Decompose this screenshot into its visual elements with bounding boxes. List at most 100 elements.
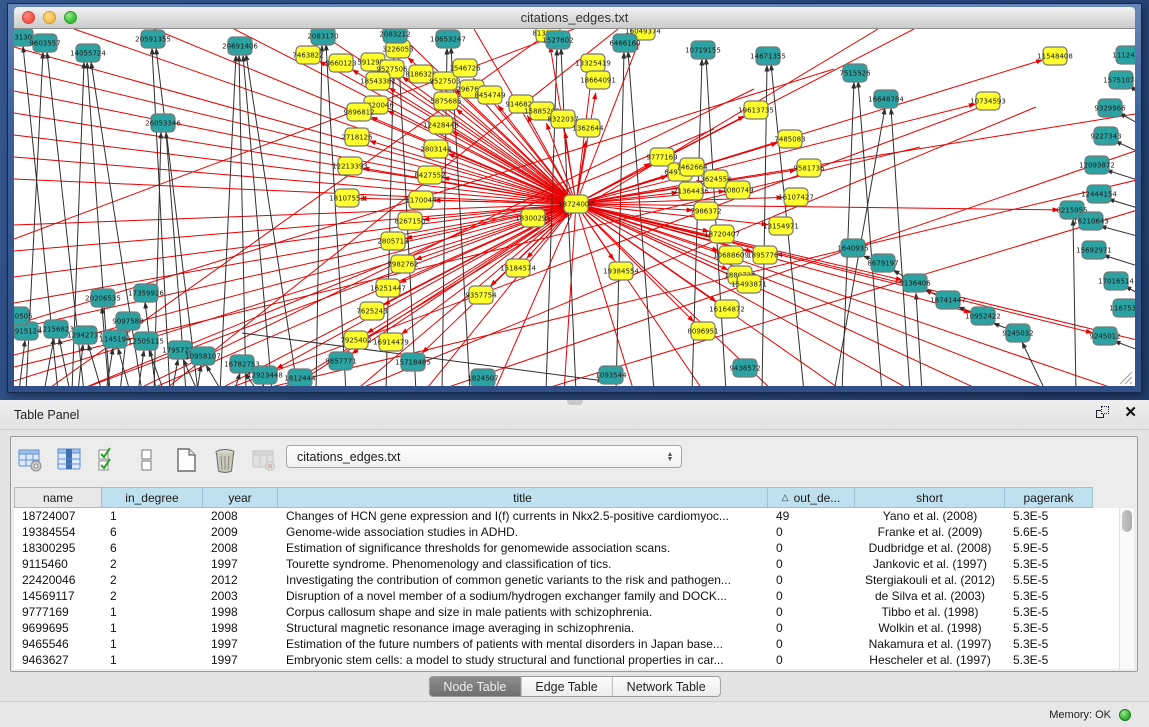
network-canvas[interactable]: 1872400774638229660123591295432260539527… [14,29,1135,386]
network-view-window[interactable]: citations_edges.txt 18724007746382296601… [8,4,1141,392]
graph-node[interactable]: 15751074 [1103,71,1135,89]
graph-node[interactable]: 19384554 [603,262,639,280]
graph-node[interactable]: 13325419 [575,54,611,72]
graph-node[interactable]: 9245032 [1002,324,1033,342]
table-row[interactable]: 946362711997Embryonic stem cells: a mode… [14,652,1132,668]
canvas-resize-grip-icon[interactable] [1120,372,1132,384]
graph-node[interactable]: 15184574 [500,259,536,277]
graph-node[interactable]: 1080749 [722,181,753,199]
graph-node[interactable]: 9660123 [325,54,356,72]
graph-node[interactable]: 1112486 [1112,46,1135,64]
column-header-title[interactable]: title [278,487,768,508]
clear-selection-icon[interactable] [134,447,160,473]
table-row[interactable]: 946554611997Estimation of the future num… [14,636,1132,652]
graph-node[interactable]: 9438572 [729,359,760,377]
vertical-scrollbar[interactable] [1119,508,1134,669]
graph-node[interactable]: 7515526 [839,64,871,82]
graph-node[interactable]: 2718126 [341,128,373,146]
graph-node[interactable]: 10719155 [685,41,721,59]
graph-node[interactable]: 16251447 [370,279,406,297]
graph-node[interactable]: 8267150 [394,212,425,230]
graph-node[interactable]: 2083170 [307,29,338,45]
graph-node[interactable]: 14055724 [70,44,106,62]
graph-node[interactable]: 20591355 [135,30,171,48]
tab-network-table[interactable]: Network Table [612,677,720,696]
graph-node[interactable]: 1546726 [449,59,481,77]
graph-node[interactable]: 9329966 [1094,99,1126,117]
graph-node[interactable]: 1145194 [99,330,131,348]
tab-node-table[interactable]: Node Table [429,677,520,696]
tab-edge-table[interactable]: Edge Table [520,677,611,696]
show-columns-icon[interactable] [56,447,82,473]
table-row[interactable]: 2242004622012Investigating the contribut… [14,572,1132,588]
column-header-pagerank[interactable]: pagerank [1005,487,1093,508]
table-selector-dropdown[interactable]: citations_edges.txt ▲▼ [286,445,682,468]
graph-node[interactable]: 7925402 [340,331,371,349]
graph-node[interactable]: 9227343 [1090,127,1121,145]
graph-node[interactable]: 26053346 [145,114,181,132]
graph-node[interactable]: 1167533 [1109,299,1135,317]
float-panel-icon[interactable] [1096,406,1110,420]
graph-node[interactable]: 1362644 [572,119,604,137]
graph-node[interactable]: 11548408 [1037,47,1073,65]
table-row[interactable]: 1830029562008Estimation of significance … [14,540,1132,556]
graph-node[interactable]: 9245012 [1089,327,1120,345]
new-file-icon[interactable] [173,447,199,473]
graph-node[interactable]: 7986372 [690,202,721,220]
graph-node[interactable]: 10734593 [970,92,1006,110]
table-row[interactable]: 969969511998Structural magnetic resonanc… [14,620,1132,636]
column-header-out_de[interactable]: △out_de... [768,487,855,508]
graph-node[interactable]: 8427552 [414,166,445,184]
graph-node[interactable]: 7625243 [356,302,387,320]
graph-node[interactable]: 1824507 [467,369,498,386]
graph-node[interactable]: 7462664 [676,158,708,176]
table-row[interactable]: 1456911722003Disruption of a novel membe… [14,588,1132,604]
graph-node[interactable]: 1170044 [405,191,437,209]
graph-node[interactable]: 7485083 [774,130,805,148]
close-panel-icon[interactable]: ✕ [1124,406,1137,420]
graph-node[interactable]: 18957764 [747,246,783,264]
graph-node[interactable]: 2803144 [420,140,452,158]
graph-node[interactable]: 8096951 [687,322,718,340]
graph-node[interactable]: 9896812 [343,103,374,121]
nodes-layer[interactable]: 1872400774638229660123591295432260539527… [14,29,1135,386]
graph-node[interactable]: 1640935 [837,239,868,257]
graph-node[interactable]: 10952422 [965,307,1001,325]
table-body[interactable]: 1872400712008Changes of HCN gene express… [14,508,1132,669]
graph-node[interactable]: 1527602 [542,31,573,49]
graph-node[interactable]: 9097588 [112,312,143,330]
graph-node[interactable]: 17016514 [1098,272,1134,290]
column-header-in_degree[interactable]: in_degree [102,487,203,508]
table-panel-header[interactable]: Table Panel ✕ [0,400,1149,430]
graph-node[interactable]: 10653247 [430,30,466,48]
graph-node[interactable]: 2083212 [379,29,410,43]
column-header-name[interactable]: name [14,487,102,508]
select-all-icon[interactable] [95,447,121,473]
graph-node[interactable]: 2805713 [377,232,408,250]
graph-node[interactable]: 13154971 [763,217,799,235]
graph-node[interactable]: 8679197 [867,254,898,272]
panel-drag-notch[interactable] [567,400,583,405]
graph-node[interactable]: 9603557 [29,34,60,52]
graph-node[interactable]: 18664091 [580,71,616,89]
graph-node[interactable]: 8454749 [474,86,505,104]
table-row[interactable]: 1938455462009Genome-wide association stu… [14,524,1132,540]
column-header-year[interactable]: year [203,487,278,508]
memory-ok-icon[interactable] [1119,709,1131,721]
graph-node[interactable]: 20206535 [85,289,121,307]
graph-node[interactable]: 5875685 [430,92,461,110]
graph-node[interactable]: 17359926 [128,284,164,302]
graph-node[interactable]: 12213393 [332,157,368,175]
column-header-short[interactable]: short [855,487,1005,508]
graph-node[interactable]: 1093544 [595,366,627,384]
graph-node[interactable]: 7982762 [387,255,418,273]
graph-node[interactable]: 9581736 [793,159,825,177]
graph-node[interactable]: 14671355 [750,47,786,65]
table-header-row[interactable]: namein_degreeyeartitle△out_de...shortpag… [14,487,1093,508]
graph-node[interactable]: 20691406 [222,37,258,55]
graph-node[interactable]: 1812444 [284,369,316,386]
graph-node[interactable]: 16164872 [709,300,745,318]
graph-node[interactable]: 9357754 [465,286,497,304]
table-row[interactable]: 977716911998Corpus callosum shape and si… [14,604,1132,620]
table-settings-icon[interactable] [17,447,43,473]
